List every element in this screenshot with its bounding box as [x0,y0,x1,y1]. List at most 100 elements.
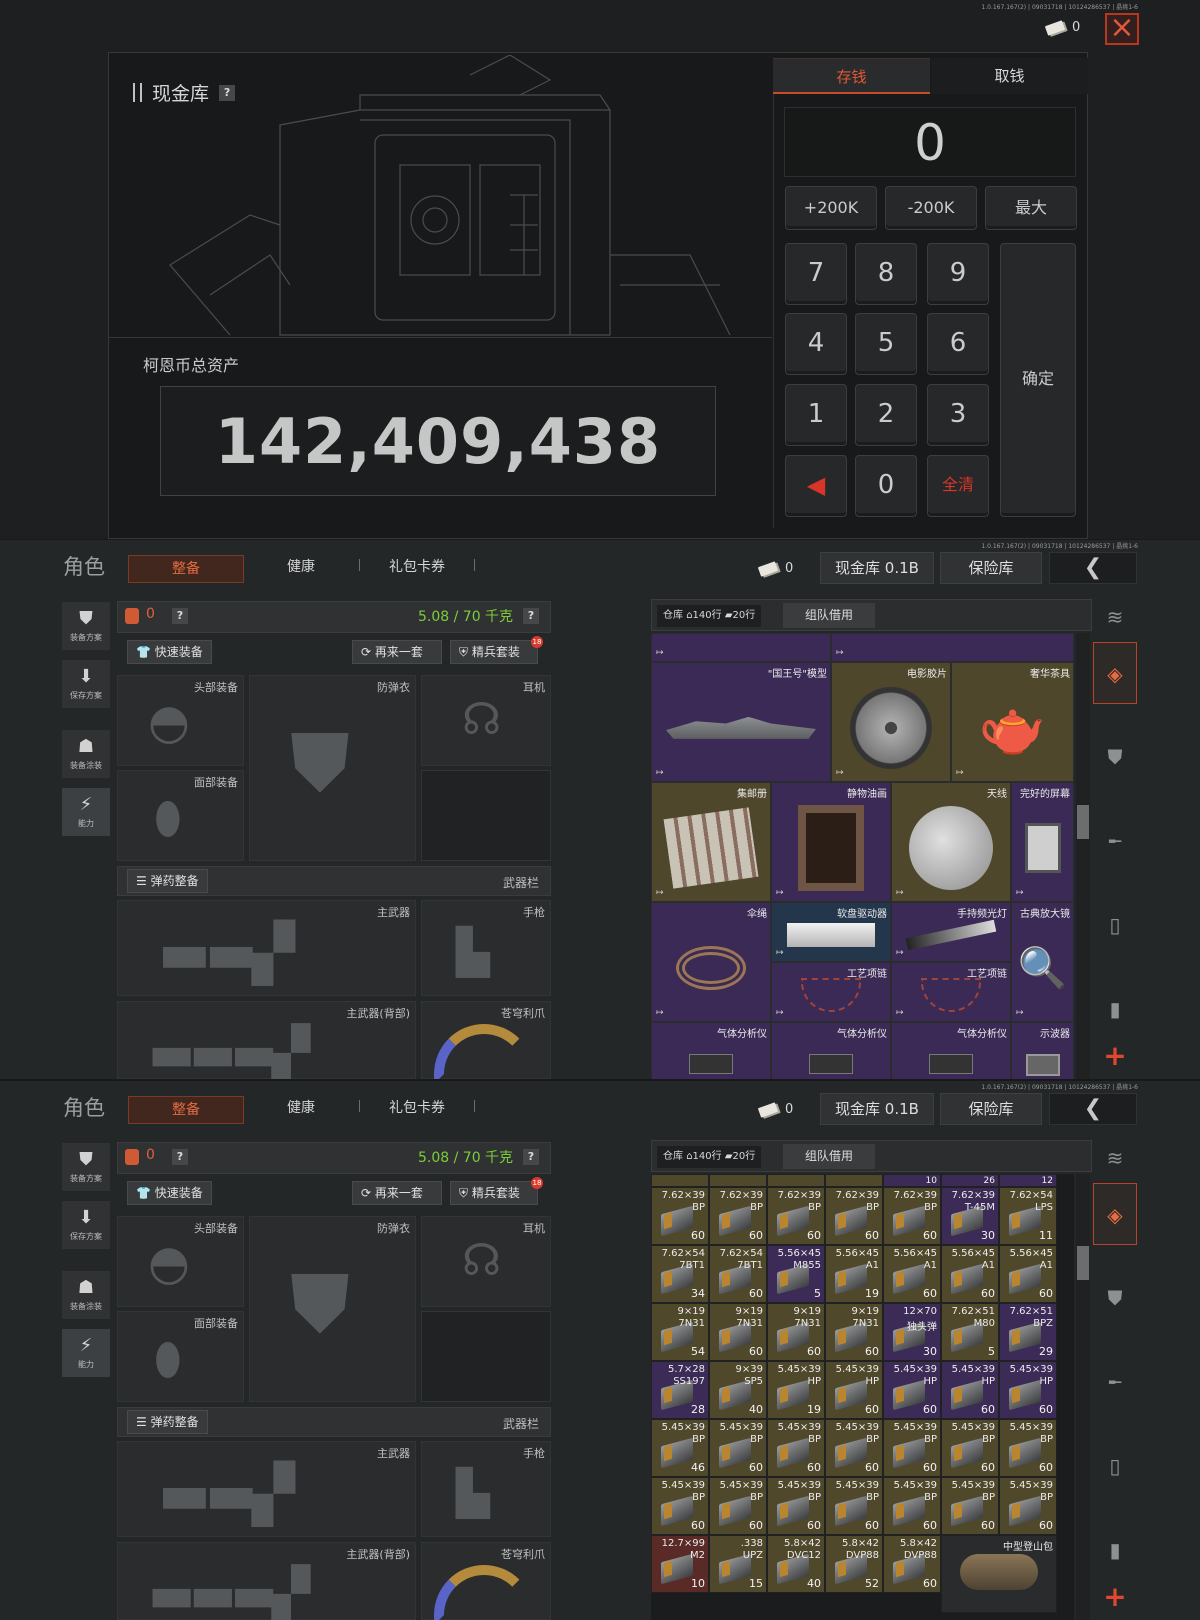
slot-primary-back[interactable]: 主武器(背部) ▬▬▬▞ [117,1542,416,1620]
category-armor[interactable]: ⛊ [1093,1267,1137,1329]
ammo-cell[interactable]: 5.45×39 BP 60 [941,1419,999,1477]
preset-max[interactable]: 最大 [985,186,1077,230]
confirm-button[interactable]: 确定 [1000,243,1076,517]
item-gas-analyzer[interactable]: 气体分析仪 [891,1022,1011,1079]
category-weapons[interactable]: ╾ [1093,1351,1137,1413]
save-plan-button[interactable]: ⬇ 保存方案 [62,1201,110,1249]
ammo-cell[interactable]: 5.45×39 BP 60 [999,1477,1057,1535]
weight-help-icon[interactable]: ? [523,608,539,624]
ammo-cell-partial[interactable] [825,1174,883,1187]
ammo-cell[interactable]: 9×19 7N31 54 [651,1303,709,1361]
elite-kit-button[interactable]: ⛨ 精兵套装 [450,1181,538,1205]
warehouse-scrollbar[interactable] [1076,633,1090,1079]
slot-head[interactable]: 头部装备 ◓ [117,675,244,766]
ammo-cell[interactable]: 5.45×39 BP 46 [651,1419,709,1477]
ammo-cell[interactable]: 5.56×45 A1 19 [825,1245,883,1303]
item-gas-analyzer[interactable]: 气体分析仪 [651,1022,771,1079]
help-icon[interactable]: ? [219,84,236,101]
slot-empty[interactable] [421,1311,551,1402]
again-button[interactable]: ⟳ 再来一套 [352,1181,442,1205]
ammo-cell[interactable]: 7.62×39 BP 60 [883,1187,941,1245]
ammo-cell[interactable]: 7.62×54 7BT1 60 [709,1245,767,1303]
tab-health[interactable]: 健康 [287,556,315,576]
ammo-cell[interactable]: 5.8×42 DVP88 52 [825,1535,883,1593]
ammo-cell[interactable]: 9×19 7N31 60 [767,1303,825,1361]
item-king-model[interactable]: "国王号"模型 ↦ [651,662,831,782]
ammo-cell[interactable]: 5.45×39 HP 60 [825,1361,883,1419]
help-icon[interactable]: ? [172,1149,188,1165]
ammo-cell[interactable]: 7.62×39 BP 60 [709,1187,767,1245]
help-icon[interactable]: ? [172,608,188,624]
ammo-cell[interactable]: 9×19 7N31 60 [825,1303,883,1361]
ammo-cell[interactable]: 5.45×39 BP 60 [883,1477,941,1535]
item-cell[interactable]: ↦ [651,633,831,662]
ammo-cell[interactable]: 7.62×39 BP 60 [651,1187,709,1245]
slot-primary[interactable]: 主武器 ▬▬▞ [117,900,416,996]
preset-minus-200k[interactable]: -200K [885,186,977,230]
slot-pistol[interactable]: 手枪 ▙ [421,1441,551,1537]
loadout-plan-button[interactable]: ⛊ 装备方案 [62,1143,110,1191]
item-necklace[interactable]: 工艺项链 ↦ [891,962,1011,1022]
scrollbar-thumb[interactable] [1077,1246,1089,1280]
ability-button[interactable]: ⚡ 能力 [62,1329,110,1377]
ammo-cell[interactable]: 5.56×45 A1 60 [941,1245,999,1303]
item-floppy-drive[interactable]: 软盘驱动器 ↦ [771,902,891,962]
slot-head[interactable]: 头部装备 ◓ [117,1216,244,1307]
ammo-cell[interactable]: 7.62×54 7BT1 34 [651,1245,709,1303]
ammo-cell-partial[interactable]: 12 [999,1174,1057,1187]
key-2[interactable]: 2 [855,384,917,446]
slot-headset[interactable]: 耳机 ☊ [421,675,551,766]
category-armor[interactable]: ⛊ [1093,726,1137,788]
team-borrow-button[interactable]: 组队借用 [783,1144,875,1169]
ammo-cell-partial[interactable] [767,1174,825,1187]
ammo-cell[interactable]: 12×70 独头弹 30 [883,1303,941,1361]
category-magazines[interactable]: ▯ [1093,1435,1137,1497]
add-button[interactable]: + [1100,1042,1130,1072]
loadout-plan-button[interactable]: ⛊ 装备方案 [62,602,110,650]
tab-withdraw[interactable]: 取钱 [931,58,1088,94]
close-button[interactable]: × [1105,13,1139,45]
key-7[interactable]: 7 [785,243,847,305]
ammo-prep-button[interactable]: ☰ 弹药整备 [127,1410,208,1434]
scrollbar-thumb[interactable] [1077,805,1089,839]
tab-gift-coupons[interactable]: 礼包卡券 [389,556,445,576]
insurance-vault-button[interactable]: 保险库 [940,1093,1042,1125]
key-4[interactable]: 4 [785,313,847,375]
cash-vault-button[interactable]: 现金库 0.1B [820,552,934,584]
tab-loadout[interactable]: 整备 [128,1096,244,1124]
item-necklace[interactable]: 工艺项链 ↦ [771,962,891,1022]
ammo-cell[interactable]: 5.8×42 DVP88 60 [883,1535,941,1593]
slot-melee[interactable]: 苍穹利爪 [421,1001,551,1079]
item-cell[interactable]: ↦ [831,633,1074,662]
ammo-cell[interactable]: 5.45×39 BP 60 [999,1419,1057,1477]
weight-help-icon[interactable]: ? [523,1149,539,1165]
ammo-cell[interactable]: 5.45×39 BP 60 [941,1477,999,1535]
category-ammo[interactable]: ▮ [1093,978,1137,1040]
key-0[interactable]: 0 [855,455,917,517]
item-medium-backpack[interactable]: 中型登山包 [941,1535,1057,1613]
backspace-button[interactable]: ◀ [785,455,847,517]
item-film-reel[interactable]: 电影胶片 ↦ [831,662,951,782]
ammo-cell[interactable]: 5.45×39 BP 60 [709,1477,767,1535]
ammo-cell[interactable]: 9×19 7N31 60 [709,1303,767,1361]
slot-pistol[interactable]: 手枪 ▙ [421,900,551,996]
category-magazines[interactable]: ▯ [1093,894,1137,956]
category-ammo[interactable]: ▮ [1093,1519,1137,1581]
slot-face[interactable]: 面部装备 ⬮ [117,770,244,861]
equip-skin-button[interactable]: ☗ 装备涂装 [62,1271,110,1319]
ammo-cell[interactable]: 5.45×39 BP 60 [767,1419,825,1477]
key-9[interactable]: 9 [927,243,989,305]
clear-button[interactable]: 全清 [927,455,989,517]
ammo-cell[interactable]: 5.56×45 A1 60 [999,1245,1057,1303]
category-weapons[interactable]: ╾ [1093,810,1137,872]
sort-button[interactable]: ≋ [1093,1141,1137,1175]
ammo-cell[interactable]: 7.62×39 T-45M 30 [941,1187,999,1245]
ammo-cell[interactable]: 7.62×54 LPS 11 [999,1187,1057,1245]
item-gas-analyzer[interactable]: 气体分析仪 [771,1022,891,1079]
slot-armor[interactable]: 防弹衣 ⛊ [249,1216,416,1402]
ammo-cell[interactable]: 12.7×99 M2 10 [651,1535,709,1593]
item-tea-set[interactable]: 奢华茶具 🫖 ↦ [951,662,1074,782]
item-oil-painting[interactable]: 静物油画 ↦ [771,782,891,902]
slot-melee[interactable]: 苍穹利爪 [421,1542,551,1620]
ammo-cell-partial[interactable]: 10 [883,1174,941,1187]
